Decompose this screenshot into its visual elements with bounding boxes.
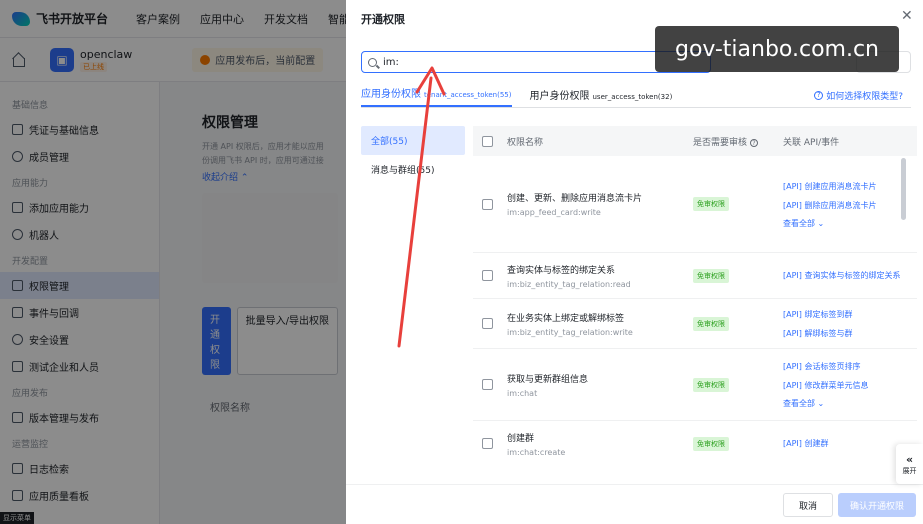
red-arrow-annotation (397, 66, 446, 348)
